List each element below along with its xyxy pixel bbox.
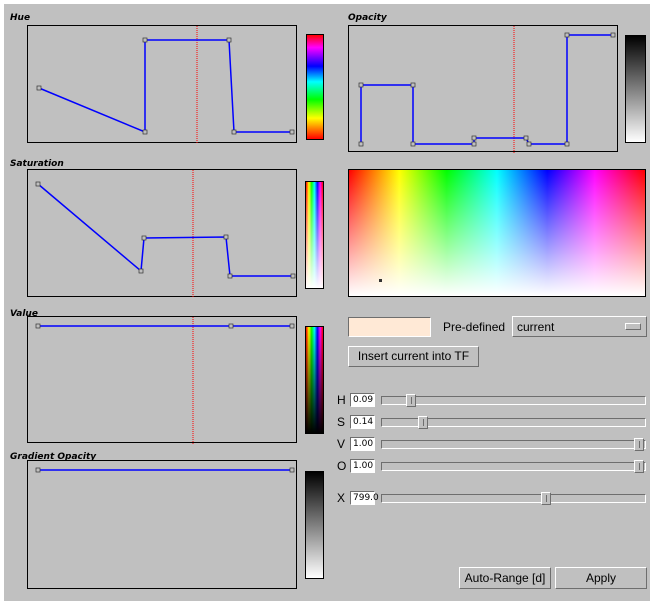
insert-current-button[interactable]: Insert current into TF xyxy=(348,346,479,367)
saturation-color-bar xyxy=(305,181,324,289)
dropdown-indicator-icon xyxy=(625,323,641,330)
predefined-value: current xyxy=(517,320,555,334)
slider-row-o: O 1.00 xyxy=(4,459,650,475)
slider-thumb-h[interactable] xyxy=(405,394,416,407)
hue-control-points xyxy=(36,37,295,135)
saturation-curve-editor[interactable] xyxy=(27,169,297,298)
saturation-control-points xyxy=(35,181,296,279)
slider-thumb-v[interactable] xyxy=(634,438,644,451)
slider-label-o: O xyxy=(337,459,347,473)
slider-thumb-o[interactable] xyxy=(634,460,644,473)
hue-curve xyxy=(36,26,295,144)
slider-row-x: X 799.0 xyxy=(4,491,650,507)
saturation-title: Saturation xyxy=(10,159,64,169)
slider-track-v[interactable] xyxy=(381,440,646,449)
opacity-title: Opacity xyxy=(348,13,387,23)
slider-value-o[interactable]: 1.00 xyxy=(350,459,375,473)
slider-track-x[interactable] xyxy=(381,494,646,503)
slider-thumb-x[interactable] xyxy=(541,492,552,505)
hue-color-bar xyxy=(306,34,324,140)
slider-value-s[interactable]: 0.14 xyxy=(350,415,375,429)
apply-button[interactable]: Apply xyxy=(555,567,647,589)
slider-value-x[interactable]: 799.0 xyxy=(350,491,379,505)
slider-label-h: H xyxy=(337,393,346,407)
slider-track-o[interactable] xyxy=(381,462,646,471)
auto-range-button[interactable]: Auto-Range [d] xyxy=(459,567,551,589)
slider-label-s: S xyxy=(337,415,346,429)
slider-track-h[interactable] xyxy=(381,396,646,405)
opacity-bar xyxy=(625,35,646,143)
hue-curve-editor[interactable] xyxy=(27,25,297,144)
color-picker-cursor[interactable] xyxy=(379,279,382,282)
slider-value-v[interactable]: 1.00 xyxy=(350,437,375,451)
slider-label-v: V xyxy=(337,437,346,451)
slider-row-v: V 1.00 xyxy=(4,437,650,453)
hue-title: Hue xyxy=(10,13,31,23)
predefined-dropdown[interactable]: current xyxy=(512,316,647,337)
transfer-function-editor: Hue Saturation Value Gradient Opacity Op… xyxy=(4,4,650,601)
gradient-opacity-curve xyxy=(35,467,295,473)
slider-value-h[interactable]: 0.09 xyxy=(350,393,375,407)
gradient-opacity-bar xyxy=(305,471,324,579)
slider-thumb-s[interactable] xyxy=(418,416,429,429)
opacity-control-points xyxy=(358,32,616,147)
slider-label-x: X xyxy=(337,491,346,505)
predefined-label: Pre-defined xyxy=(443,320,506,334)
slider-row-s: S 0.14 xyxy=(4,415,650,431)
opacity-curve xyxy=(358,26,616,153)
saturation-curve xyxy=(35,170,296,298)
slider-row-h: H 0.09 xyxy=(4,393,650,409)
current-color-swatch xyxy=(348,317,431,337)
color-picker[interactable] xyxy=(348,169,646,297)
gradient-opacity-curve-editor[interactable] xyxy=(27,460,297,589)
opacity-curve-editor[interactable] xyxy=(348,25,618,153)
